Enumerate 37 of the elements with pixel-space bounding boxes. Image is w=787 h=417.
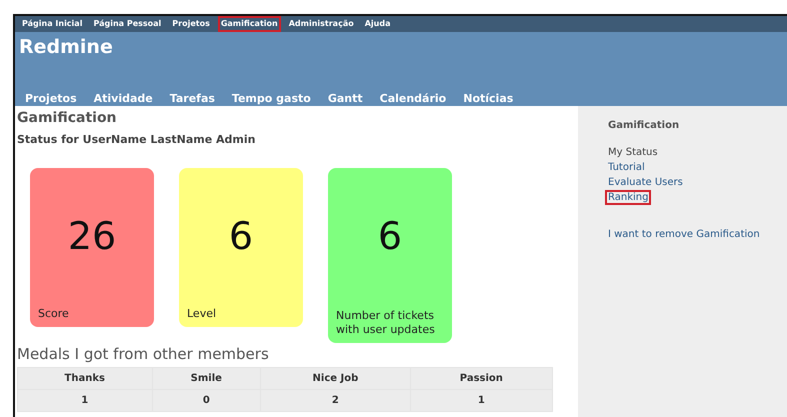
column-header: Smile: [152, 367, 261, 390]
remove-link[interactable]: I want to remove Gamification: [608, 227, 760, 242]
main-menu-tab[interactable]: Projetos: [25, 92, 77, 106]
table-cell: 1: [410, 389, 552, 412]
table-cell: 1: [18, 389, 152, 412]
main-menu-tab[interactable]: Calendário: [380, 92, 446, 106]
top-menu-link[interactable]: Página Pessoal: [90, 16, 164, 32]
main-menu-tab[interactable]: Notícias: [463, 92, 514, 106]
top-menu-link[interactable]: Gamification: [218, 16, 281, 32]
status-heading: Status for UserName LastName Admin: [17, 132, 256, 146]
sidebar-link[interactable]: My Status: [605, 145, 661, 160]
main-menu-tab[interactable]: Tarefas: [170, 92, 215, 106]
top-menu-link[interactable]: Página Inicial: [19, 16, 86, 32]
stat-value: 6: [228, 212, 254, 260]
site-title: Redmine: [19, 36, 114, 59]
page-title: Gamification: [17, 110, 118, 127]
top-menu-link[interactable]: Administração: [286, 16, 357, 32]
column-header: Nice Job: [260, 367, 410, 390]
table-cell: 2: [260, 389, 410, 412]
sidebar-link[interactable]: Tutorial: [605, 160, 648, 175]
stat-label: Number of tickets with user updates: [336, 308, 436, 337]
table-cell: 0: [152, 389, 261, 412]
main-menu-tab[interactable]: Atividade: [94, 92, 153, 106]
stat-value: 6: [376, 212, 404, 260]
column-header: Thanks: [18, 367, 152, 390]
top-menu-link[interactable]: Projetos: [169, 16, 213, 32]
stat-label: Score: [38, 306, 70, 321]
column-header: Passion: [410, 367, 552, 390]
medals-heading: Medals I got from other members: [17, 344, 270, 363]
sidebar-link[interactable]: Ranking: [605, 190, 652, 205]
main-menu-tab[interactable]: Gantt: [328, 92, 363, 106]
top-menu-link[interactable]: Ajuda: [362, 16, 394, 32]
main-menu-tab[interactable]: Tempo gasto: [232, 92, 311, 106]
stat-value: 26: [66, 212, 118, 260]
stat-label: Level: [187, 306, 218, 321]
sidebar-title: Gamification: [608, 119, 680, 133]
sidebar-link[interactable]: Evaluate Users: [605, 175, 686, 190]
